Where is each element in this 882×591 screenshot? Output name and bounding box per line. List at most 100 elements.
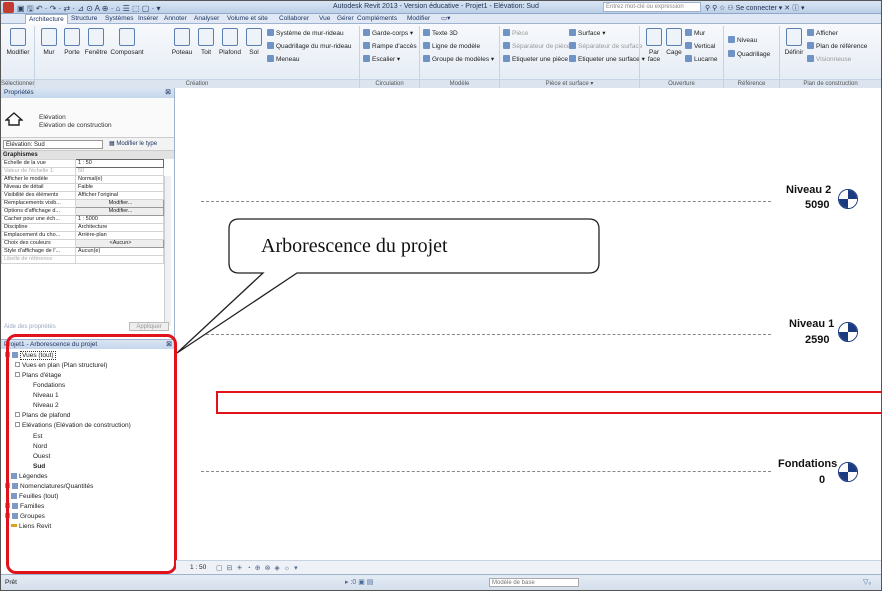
properties-scrollbar[interactable] [164, 176, 171, 326]
table-row[interactable]: Discipline Architecture [1, 223, 164, 232]
sol-button[interactable]: Sol [245, 28, 263, 56]
surface-button[interactable]: Surface ▾ [569, 29, 605, 37]
tab-architecture[interactable]: Architecture [25, 14, 68, 24]
level-line-fondations[interactable] [201, 471, 771, 472]
par-face-button[interactable]: Par face [643, 28, 665, 63]
quadrillage-mur-rideau-button[interactable]: Quadrillage du mur-rideau [267, 42, 352, 50]
level-head-icon[interactable] [838, 322, 858, 342]
level-line-niveau-1[interactable] [201, 334, 771, 335]
table-row[interactable]: Options d'affichage d... Modifier... [1, 207, 164, 216]
toit-button[interactable]: Toit [197, 28, 215, 56]
table-row[interactable]: Echelle de la vue 1 : 50 [1, 159, 164, 168]
properties-help-link[interactable]: Aide des propriétés [4, 324, 56, 330]
status-controls[interactable]: ▸ :0 ▣ ▤ [345, 578, 373, 586]
view-controls-icons[interactable]: ▢ ⊟ ☀ ◔ ⊕ ⊗ ◈ ☼ ▾ [216, 564, 299, 572]
table-row[interactable]: Libellé de référence [1, 255, 164, 264]
close-icon[interactable]: ⊠ [165, 88, 171, 98]
drawing-canvas[interactable] [176, 88, 881, 560]
graphismes-section[interactable]: Graphismes [1, 151, 174, 159]
lucarne-button[interactable]: Lucarne [685, 55, 718, 63]
composant-button[interactable]: Composant [109, 28, 145, 56]
tab-systemes[interactable]: Systèmes [105, 14, 134, 24]
apply-button[interactable]: Appliquer [129, 322, 169, 331]
design-option-field[interactable]: Modèle de base [489, 578, 579, 587]
visionneuse-button[interactable]: Visionneuse [807, 55, 851, 63]
tab-structure[interactable]: Structure [71, 14, 97, 24]
poteau-button[interactable]: Poteau [171, 28, 193, 56]
table-row[interactable]: Choix des couleurs <Aucun> [1, 239, 164, 248]
tab-volume-site[interactable]: Volume et site [227, 14, 268, 24]
table-row[interactable]: Cacher pour une éch... 1 : 5000 [1, 215, 164, 224]
table-row[interactable]: Visibilité des éléments Afficher l'origin… [1, 191, 164, 200]
tab-collaborer[interactable]: Collaborer [279, 14, 309, 24]
etiqueter-surface-button[interactable]: Etiqueter une surface ▾ [569, 55, 645, 63]
group-piece-surface[interactable]: Pièce et surface ▾ [500, 79, 639, 88]
level-elevation[interactable]: 0 [819, 474, 825, 486]
tab-inserer[interactable]: Insérer [138, 14, 158, 24]
plan-reference-button[interactable]: Plan de référence [807, 42, 867, 50]
table-row[interactable]: Emplacement du cho... Arrière-plan [1, 231, 164, 240]
table-row[interactable]: Style d'affichage de l'... Aucun(e) [1, 247, 164, 256]
search-input[interactable]: Entrez mot-clé ou expression [603, 2, 701, 12]
edit-type-button[interactable]: ▦ Modifier le type [109, 140, 157, 147]
level-head-icon[interactable] [838, 189, 858, 209]
fenetre-button[interactable]: Fenêtre [83, 28, 109, 56]
texte-3d-button[interactable]: Texte 3D [423, 29, 458, 37]
separateur-surface-button[interactable]: Séparateur de surface [569, 42, 642, 50]
tab-annoter[interactable]: Annoter [164, 14, 187, 24]
tab-gerer[interactable]: Gérer [337, 14, 354, 24]
mur-opening-button[interactable]: Mur [685, 29, 705, 37]
table-row[interactable]: Valeur de l'échelle 1: 50 [1, 167, 164, 176]
group-selectionner[interactable]: Sélectionner [1, 79, 34, 88]
table-row[interactable]: Afficher le modèle Normal(e) [1, 175, 164, 184]
etiqueter-piece-button[interactable]: Etiqueter une pièce ▾ [503, 55, 573, 63]
floor-icon [246, 28, 262, 46]
tab-vue[interactable]: Vue [319, 14, 330, 24]
tab-analyser[interactable]: Analyser [194, 14, 219, 24]
groupe-modeles-button[interactable]: Groupe de modèles ▾ [423, 55, 494, 63]
quadrillage-button[interactable]: Quadrillage [728, 50, 770, 58]
table-row[interactable]: Remplacements visib... Modifier... [1, 199, 164, 208]
level-name[interactable]: Niveau 2 [786, 184, 831, 196]
tab-panel-toggle[interactable]: ▭▾ [441, 14, 450, 24]
curtain-grid-icon [267, 42, 274, 49]
level-name[interactable]: Niveau 1 [789, 318, 834, 330]
modifier-options-button[interactable]: Modifier... [75, 207, 164, 216]
tab-complements[interactable]: Compléments [357, 14, 397, 24]
systeme-mur-rideau-button[interactable]: Système de mur-rideau [267, 29, 344, 37]
ceiling-icon [222, 28, 238, 46]
revit-logo-icon[interactable] [3, 2, 14, 13]
table-row[interactable]: Niveau de détail Faible [1, 183, 164, 192]
level-line-niveau-2[interactable] [201, 201, 771, 202]
level-elevation[interactable]: 2590 [805, 334, 829, 346]
view-scale[interactable]: 1 : 50 [190, 564, 206, 571]
titlebar-right-controls[interactable]: ⚲ ⚲ ☆ ⚇ Se connecter ▾ ✕ ⓘ ▾ [705, 3, 805, 13]
vertical-opening-button[interactable]: Vertical [685, 42, 715, 50]
level-head-icon[interactable] [838, 462, 858, 482]
meneau-button[interactable]: Meneau [267, 55, 300, 63]
niveau-button[interactable]: Niveau [728, 36, 757, 44]
porte-button[interactable]: Porte [61, 28, 83, 56]
separateur-pieces-button[interactable]: Séparateur de pièces [503, 42, 574, 50]
ligne-modele-button[interactable]: Ligne de modèle [423, 42, 480, 50]
modifier-vg-button[interactable]: Modifier... [75, 199, 164, 208]
rampe-button[interactable]: Rampe d'accès [363, 42, 417, 50]
level-elevation[interactable]: 5090 [805, 199, 829, 211]
show-icon [807, 29, 814, 36]
escalier-button[interactable]: Escalier ▾ [363, 55, 400, 63]
type-selector[interactable]: Elévation Elévation de construction [1, 98, 174, 138]
tab-modifier[interactable]: Modifier [407, 14, 430, 24]
color-scheme-button[interactable]: <Aucun> [75, 239, 164, 248]
instance-filter-dropdown[interactable]: Elévation: Sud [3, 140, 103, 149]
mur-button[interactable]: Mur [39, 28, 59, 56]
plafond-button[interactable]: Plafond [217, 28, 243, 56]
piece-button[interactable]: Pièce [503, 29, 528, 37]
definir-button[interactable]: Définir [783, 28, 805, 56]
garde-corps-button[interactable]: Garde-corps ▾ [363, 29, 413, 37]
modifier-button[interactable]: Modifier [5, 28, 31, 56]
level-name[interactable]: Fondations [778, 458, 837, 470]
cage-button[interactable]: Cage [665, 28, 683, 56]
afficher-button[interactable]: Afficher [807, 29, 838, 37]
filter-icon[interactable]: ▽₀ [863, 578, 871, 586]
room-separator-icon [503, 42, 510, 49]
